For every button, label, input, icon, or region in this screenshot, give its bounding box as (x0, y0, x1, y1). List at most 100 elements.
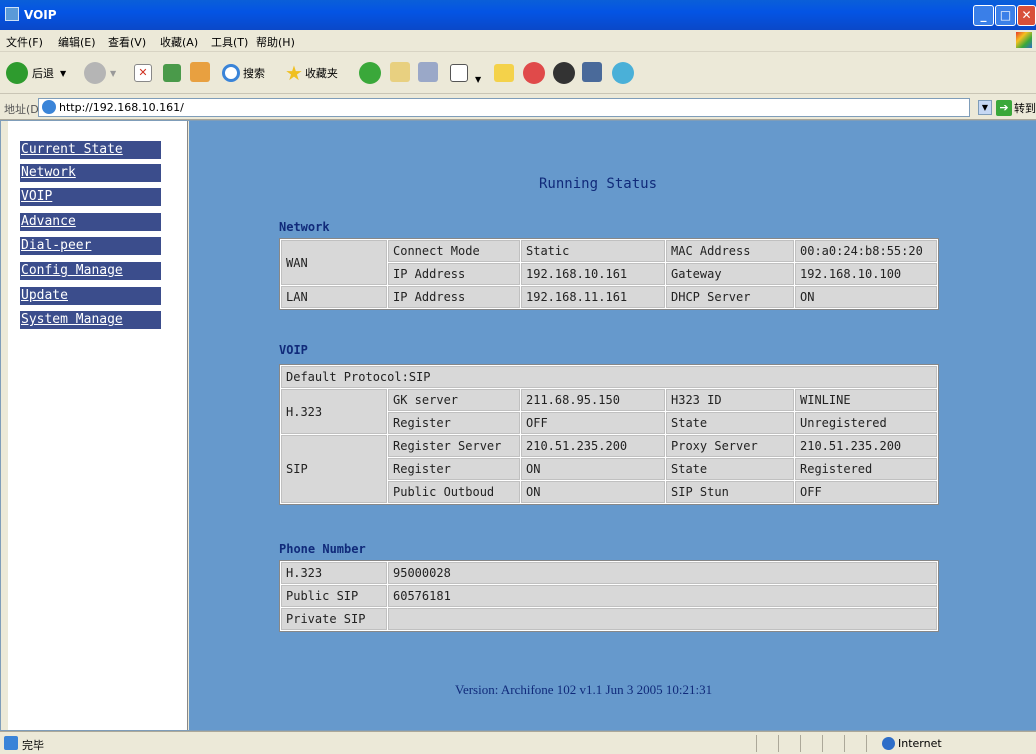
nav-update[interactable]: Update (20, 287, 161, 305)
forward-arrow-icon (84, 62, 106, 84)
table-row: SIP Register Server 210.51.235.200 Proxy… (281, 435, 937, 503)
menu-edit[interactable]: 编辑(E) (58, 34, 96, 50)
table-cell: 210.51.235.200 (795, 435, 937, 457)
table-cell: Private SIP (281, 608, 387, 630)
table-row: H.323 95000028 (281, 562, 937, 584)
home-icon[interactable] (190, 62, 210, 82)
history-icon[interactable] (359, 62, 381, 84)
table-cell: H323 ID (666, 389, 794, 411)
mail-icon[interactable] (390, 62, 410, 82)
nav-current-state[interactable]: Current State (20, 141, 161, 159)
go-arrow-icon: ➔ (996, 100, 1012, 116)
table-cell: 210.51.235.200 (521, 435, 665, 457)
phone-heading: Phone Number (279, 542, 366, 556)
table-row: Private SIP (281, 608, 937, 630)
star-icon: ★ (285, 61, 303, 85)
qq-icon[interactable] (553, 62, 575, 84)
nav-system-manage[interactable]: System Manage (20, 311, 161, 329)
print-icon[interactable] (418, 62, 438, 82)
back-button[interactable]: 后退 ▼ (6, 60, 66, 86)
table-cell: 192.168.11.161 (521, 286, 665, 308)
messenger-icon[interactable] (523, 62, 545, 84)
back-label: 后退 (32, 67, 54, 80)
table-cell: Registered (795, 458, 937, 480)
table-cell: 00:a0:24:b8:55:20 (795, 240, 937, 262)
toolbar: 后退 ▼ ▼ ✕ 搜索 ★ 收藏夹 ▼ (0, 52, 1036, 94)
status-divider (844, 735, 845, 752)
title-bar: VOIP _ □ ✕ (0, 0, 1036, 30)
search-icon (222, 64, 240, 82)
table-cell (388, 608, 937, 630)
forward-button[interactable]: ▼ (84, 60, 116, 86)
nav-network[interactable]: Network (20, 164, 161, 182)
favorites-button[interactable]: ★ 收藏夹 (285, 60, 338, 86)
table-cell: 95000028 (388, 562, 937, 584)
table-cell: State (666, 458, 794, 480)
menu-file[interactable]: 文件(F) (6, 34, 43, 50)
go-button[interactable]: ➔ 转到 (996, 99, 1036, 117)
table-cell: ON (521, 481, 665, 503)
menu-bar: 文件(F) 编辑(E) 查看(V) 收藏(A) 工具(T) 帮助(H) (0, 30, 1036, 52)
phone-table: H.323 95000028 Public SIP 60576181 Priva… (279, 560, 939, 632)
table-cell: IP Address (388, 286, 520, 308)
table-cell: 192.168.10.161 (521, 263, 665, 285)
table-cell: IP Address (388, 263, 520, 285)
search-label: 搜索 (243, 67, 265, 80)
table-cell: Connect Mode (388, 240, 520, 262)
address-input[interactable]: http://192.168.10.161/ (38, 98, 970, 117)
table-cell: Public SIP (281, 585, 387, 607)
network-heading: Network (279, 220, 330, 234)
address-bar: 地址(D) http://192.168.10.161/ ▼ ➔ 转到 (0, 96, 1036, 120)
table-cell: Gateway (666, 263, 794, 285)
chevron-down-icon[interactable]: ▼ (475, 66, 481, 92)
voip-heading: VOIP (279, 343, 308, 357)
network-table: WAN Connect Mode Static MAC Address 00:a… (279, 238, 939, 310)
security-zone: Internet (898, 737, 942, 750)
status-divider (866, 735, 867, 752)
table-cell: State (666, 412, 794, 434)
close-button[interactable]: ✕ (1017, 5, 1036, 26)
table-cell: MAC Address (666, 240, 794, 262)
table-cell: Register (388, 458, 520, 480)
menu-view[interactable]: 查看(V) (108, 34, 146, 50)
users-icon[interactable] (612, 62, 634, 84)
ie-app-icon (5, 7, 19, 21)
edit-icon[interactable] (450, 64, 468, 82)
nav-frame: Current State Network VOIP Advance Dial-… (8, 121, 188, 730)
table-cell: DHCP Server (666, 286, 794, 308)
ie-page-icon (4, 736, 18, 750)
menu-help[interactable]: 帮助(H) (256, 34, 295, 50)
table-row: WAN Connect Mode Static MAC Address 00:a… (281, 240, 937, 285)
table-cell: SIP Stun (666, 481, 794, 503)
globe-icon (882, 737, 895, 750)
table-cell: Proxy Server (666, 435, 794, 457)
table-cell: Register Server (388, 435, 520, 457)
table-cell: 211.68.95.150 (521, 389, 665, 411)
table-cell: OFF (795, 481, 937, 503)
table-cell: ON (795, 286, 937, 308)
table-cell: ON (521, 458, 665, 480)
research-icon[interactable] (582, 62, 602, 82)
nav-dial-peer[interactable]: Dial-peer (20, 237, 161, 255)
table-cell: OFF (521, 412, 665, 434)
chevron-down-icon: ▼ (60, 68, 67, 78)
address-dropdown-button[interactable]: ▼ (978, 100, 992, 115)
minimize-button[interactable]: _ (973, 5, 994, 26)
table-row: H.323 GK server 211.68.95.150 H323 ID WI… (281, 389, 937, 434)
lan-label: LAN (281, 286, 387, 308)
menu-favorites[interactable]: 收藏(A) (160, 34, 198, 50)
h323-label: H.323 (281, 389, 387, 434)
nav-config-manage[interactable]: Config Manage (20, 262, 161, 280)
refresh-icon[interactable] (163, 64, 181, 82)
nav-voip[interactable]: VOIP (20, 188, 161, 206)
stop-icon[interactable]: ✕ (134, 64, 152, 82)
window-title: VOIP (24, 8, 57, 22)
menu-tools[interactable]: 工具(T) (211, 34, 248, 50)
folder-icon[interactable] (494, 64, 514, 82)
chevron-down-icon: ▼ (110, 68, 117, 78)
status-divider (800, 735, 801, 752)
search-button[interactable]: 搜索 (222, 60, 265, 86)
table-cell: Unregistered (795, 412, 937, 434)
maximize-button[interactable]: □ (995, 5, 1016, 26)
nav-advance[interactable]: Advance (20, 213, 161, 231)
